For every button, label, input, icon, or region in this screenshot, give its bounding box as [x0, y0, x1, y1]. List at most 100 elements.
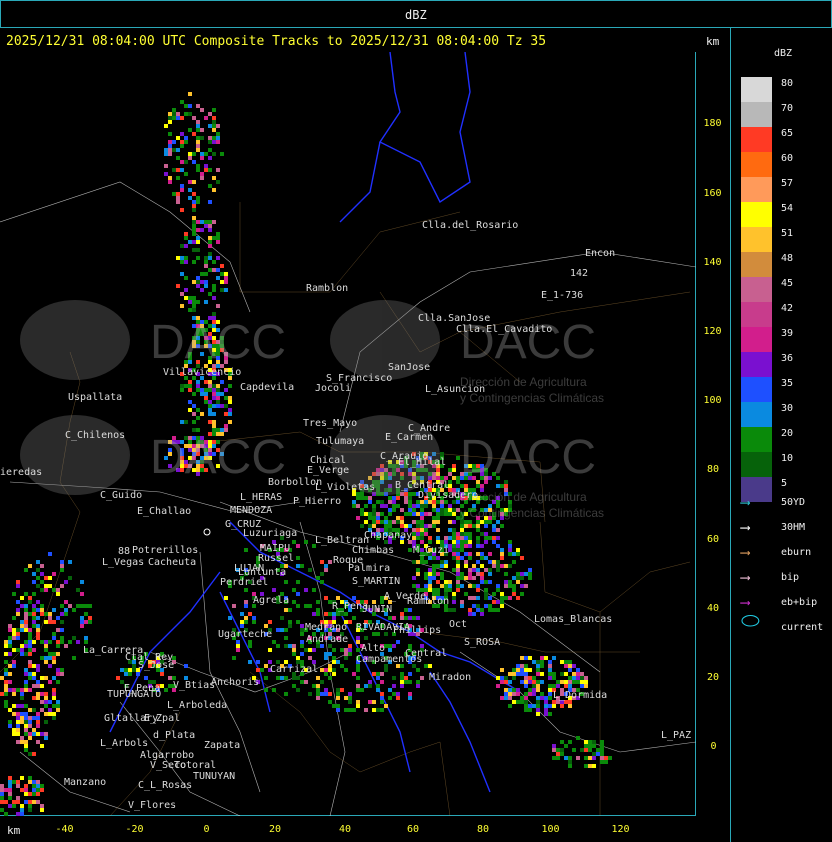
echo-pixel	[28, 676, 32, 680]
echo-pixel	[476, 536, 480, 540]
echo-pixel	[20, 808, 24, 812]
echo-pixel	[196, 128, 200, 132]
boundary-line	[539, 521, 691, 613]
echo-pixel	[196, 380, 200, 384]
echo-pixel	[32, 792, 36, 796]
echo-pixel	[576, 736, 580, 740]
echo-pixel	[524, 672, 528, 676]
echo-pixel	[364, 636, 368, 640]
echo-pixel	[220, 152, 224, 156]
echo-pixel	[408, 500, 412, 504]
echo-pixel	[420, 516, 424, 520]
echo-pixel	[344, 696, 348, 700]
echo-pixel	[544, 656, 548, 660]
echo-pixel	[32, 800, 36, 804]
echo-pixel	[512, 676, 516, 680]
echo-pixel	[56, 668, 60, 672]
echo-pixel	[584, 680, 588, 684]
echo-pixel	[492, 592, 496, 596]
echo-pixel	[504, 484, 508, 488]
echo-pixel	[292, 684, 296, 688]
echo-pixel	[592, 740, 596, 744]
echo-pixel	[252, 620, 256, 624]
echo-pixel	[464, 544, 468, 548]
x-tick-label: 80	[477, 824, 490, 835]
echo-pixel	[20, 648, 24, 652]
echo-pixel	[192, 160, 196, 164]
echo-pixel	[208, 388, 212, 392]
echo-pixel	[392, 504, 396, 508]
x-tick-label: 40	[339, 824, 352, 835]
echo-pixel	[416, 568, 420, 572]
echo-pixel	[52, 660, 56, 664]
echo-pixel	[12, 648, 16, 652]
echo-pixel	[48, 552, 52, 556]
echo-pixel	[232, 656, 236, 660]
echo-pixel	[212, 404, 216, 408]
place-label: L_PAZ	[661, 730, 692, 741]
echo-pixel	[496, 564, 500, 568]
echo-pixel	[204, 396, 208, 400]
echo-pixel	[588, 764, 592, 768]
echo-pixel	[24, 624, 28, 628]
echo-pixel	[380, 512, 384, 516]
echo-pixel	[440, 564, 444, 568]
echo-pixel	[36, 680, 40, 684]
echo-pixel	[200, 108, 204, 112]
echo-pixel	[24, 784, 28, 788]
echo-pixel	[192, 224, 196, 228]
echo-pixel	[220, 380, 224, 384]
echo-pixel	[592, 764, 596, 768]
echo-pixel	[560, 748, 564, 752]
legend-swatch	[741, 277, 772, 302]
place-label: L_HERAS	[240, 492, 283, 503]
echo-pixel	[472, 596, 476, 600]
echo-pixel	[408, 680, 412, 684]
echo-pixel	[48, 700, 52, 704]
echo-pixel	[32, 788, 36, 792]
echo-pixel	[224, 404, 228, 408]
echo-pixel	[512, 672, 516, 676]
echo-pixel	[28, 672, 32, 676]
y-tick-label: 160	[703, 188, 722, 199]
echo-pixel	[40, 684, 44, 688]
echo-pixel	[468, 532, 472, 536]
echo-pixel	[224, 396, 228, 400]
echo-pixel	[192, 420, 196, 424]
echo-pixel	[424, 504, 428, 508]
echo-pixel	[508, 548, 512, 552]
echo-pixel	[516, 552, 520, 556]
echo-pixel	[524, 700, 528, 704]
echo-pixel	[24, 712, 28, 716]
echo-pixel	[376, 676, 380, 680]
echo-pixel	[484, 524, 488, 528]
echo-pixel	[304, 588, 308, 592]
echo-pixel	[436, 540, 440, 544]
echo-pixel	[16, 740, 20, 744]
echo-pixel	[484, 532, 488, 536]
echo-pixel	[52, 572, 56, 576]
boundary-line	[239, 202, 461, 293]
echo-pixel	[500, 556, 504, 560]
echo-pixel	[436, 536, 440, 540]
echo-pixel	[504, 580, 508, 584]
echo-pixel	[20, 776, 24, 780]
echo-pixel	[564, 744, 568, 748]
place-label: L_Asuncion	[425, 384, 486, 395]
echo-pixel	[56, 652, 60, 656]
echo-pixel	[432, 520, 436, 524]
place-label: S_MARTIN	[352, 576, 401, 587]
echo-pixel	[28, 752, 32, 756]
echo-pixel	[440, 572, 444, 576]
echo-pixel	[208, 380, 212, 384]
echo-pixel	[432, 516, 436, 520]
echo-pixel	[412, 540, 416, 544]
echo-pixel	[504, 676, 508, 680]
echo-pixel	[556, 756, 560, 760]
echo-pixel	[396, 520, 400, 524]
echo-pixel	[432, 524, 436, 528]
legend-swatch	[741, 227, 772, 252]
echo-pixel	[536, 684, 540, 688]
echo-pixel	[556, 752, 560, 756]
echo-pixel	[444, 536, 448, 540]
